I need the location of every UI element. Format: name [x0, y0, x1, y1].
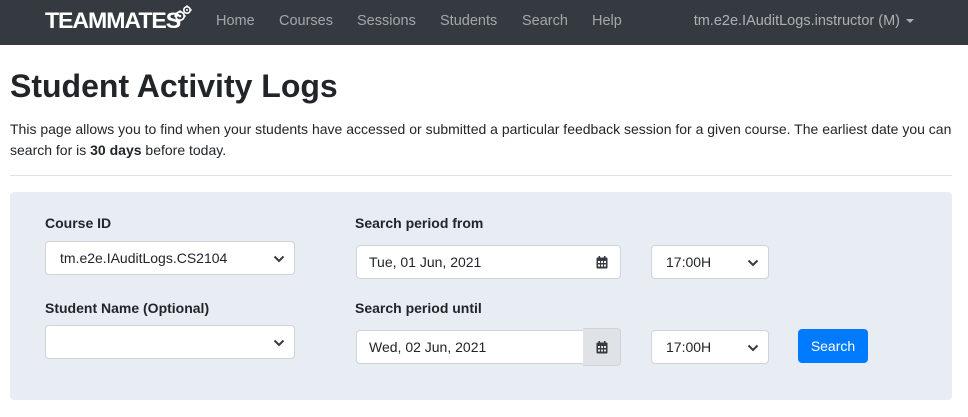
- course-id-value: tm.e2e.IAuditLogs.CS2104: [60, 250, 228, 266]
- student-name-label: Student Name (Optional): [45, 300, 210, 316]
- chevron-down-icon: [747, 259, 759, 267]
- search-until-label: Search period until: [355, 300, 482, 316]
- chevron-down-icon: [747, 344, 759, 352]
- chevron-down-icon: [273, 339, 285, 347]
- nav-students[interactable]: Students: [440, 13, 497, 29]
- calendar-icon: [596, 340, 607, 353]
- nav-help[interactable]: Help: [592, 13, 622, 29]
- until-date-input[interactable]: Wed, 02 Jun, 2021: [356, 330, 584, 364]
- course-id-select[interactable]: tm.e2e.IAuditLogs.CS2104: [45, 241, 295, 275]
- nav-courses[interactable]: Courses: [279, 13, 333, 29]
- user-menu-label: tm.e2e.IAuditLogs.instructor (M): [693, 13, 900, 29]
- nav-search[interactable]: Search: [522, 13, 568, 29]
- search-button[interactable]: Search: [798, 329, 868, 363]
- user-menu-dropdown[interactable]: tm.e2e.IAuditLogs.instructor (M): [694, 13, 914, 29]
- from-date-input[interactable]: Tue, 01 Jun, 2021: [356, 245, 584, 279]
- nav-home[interactable]: Home: [216, 13, 255, 29]
- from-time-select[interactable]: 17:00H: [651, 245, 769, 279]
- page-description: This page allows you to find when your s…: [10, 119, 955, 161]
- search-from-label: Search period from: [355, 215, 484, 231]
- gear-icon: [174, 5, 192, 22]
- caret-down-icon: [906, 19, 914, 23]
- until-date-value: Wed, 02 Jun, 2021: [369, 339, 487, 355]
- nav-sessions[interactable]: Sessions: [357, 13, 416, 29]
- calendar-icon: [596, 255, 607, 268]
- from-calendar-button[interactable]: [583, 245, 621, 279]
- student-name-select[interactable]: [45, 325, 295, 359]
- chevron-down-icon: [273, 255, 285, 263]
- from-date-value: Tue, 01 Jun, 2021: [369, 254, 482, 270]
- brand-logo[interactable]: TEAMMATES: [45, 5, 192, 37]
- until-calendar-button[interactable]: [583, 328, 621, 366]
- from-time-value: 17:00H: [666, 254, 712, 270]
- description-days: 30 days: [90, 142, 142, 158]
- until-time-value: 17:00H: [666, 339, 712, 355]
- header-divider: [10, 175, 952, 176]
- top-navbar: TEAMMATES Home Courses Sessions Students…: [0, 0, 968, 45]
- until-time-select[interactable]: 17:00H: [651, 330, 769, 364]
- description-suffix: before today.: [141, 142, 227, 158]
- search-filter-panel: Course ID tm.e2e.IAuditLogs.CS2104 Stude…: [10, 192, 952, 400]
- course-id-label: Course ID: [45, 215, 112, 231]
- page-title: Student Activity Logs: [10, 68, 338, 104]
- brand-text: TEAMMATES: [45, 8, 181, 33]
